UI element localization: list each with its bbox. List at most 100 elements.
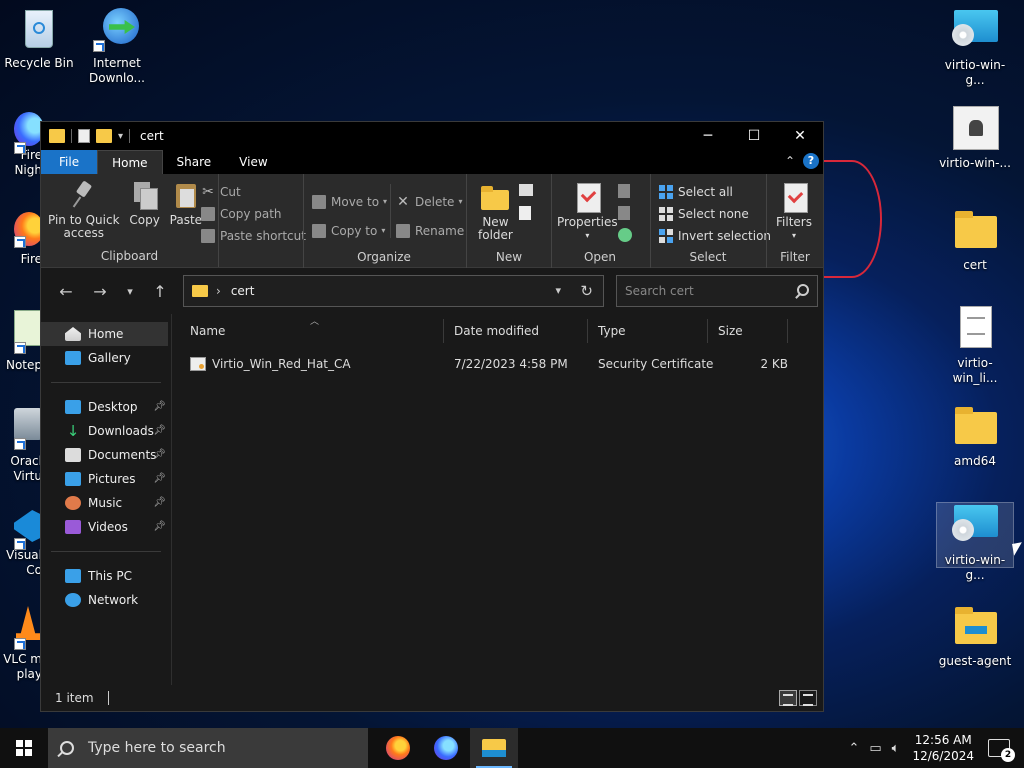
disc-image-icon <box>951 503 999 549</box>
divider <box>129 129 131 143</box>
table-row[interactable]: Virtio_Win_Red_Hat_CA 7/22/2023 4:58 PM … <box>180 352 823 376</box>
up-button[interactable]: ↑ <box>143 282 177 301</box>
move-to-button[interactable]: Move to ▾ <box>312 187 387 216</box>
taskbar-firefox-nightly[interactable] <box>422 728 470 768</box>
cut-button[interactable]: ✂ Cut <box>201 181 306 203</box>
copy-path-button[interactable]: Copy path <box>201 203 306 225</box>
desktop-icon-vscode[interactable]: Visual Co <box>0 508 42 578</box>
copy-to-button[interactable]: Copy to ▾ <box>312 216 387 245</box>
select-all-icon <box>659 185 673 199</box>
delete-button[interactable]: ✕ Delete ▾ <box>396 187 464 216</box>
help-icon[interactable]: ? <box>803 153 819 169</box>
search-input[interactable]: Search cert <box>625 284 694 298</box>
details-view-button[interactable] <box>779 690 797 706</box>
address-bar[interactable]: › cert ▾ ↻ <box>183 275 604 307</box>
search-icon <box>60 741 74 755</box>
system-tray: ⌃ ▭ 🔈︎ 12:56 AM 12/6/2024 2 <box>843 728 1024 768</box>
large-icons-view-button[interactable] <box>799 690 817 706</box>
new-item-icon[interactable] <box>519 184 533 196</box>
column-header-size[interactable]: Size <box>708 319 788 343</box>
maximize-button[interactable]: ☐ <box>731 122 777 150</box>
properties-quick-access-icon[interactable] <box>78 129 90 143</box>
paste-shortcut-button[interactable]: Paste shortcut <box>201 225 306 247</box>
refresh-icon[interactable]: ↻ <box>580 282 593 300</box>
back-button[interactable]: ← <box>49 282 83 301</box>
clock[interactable]: 12:56 AM 12/6/2024 <box>912 732 974 764</box>
desktop-icon-recycle-bin[interactable]: Recycle Bin <box>0 6 78 71</box>
desktop-icon-label: Recycle Bin <box>4 56 74 70</box>
properties-button[interactable]: Properties ▾ <box>554 180 621 244</box>
desktop-icon-label: guest-agent <box>938 654 1012 668</box>
open-icon[interactable] <box>618 184 630 198</box>
notifications-button[interactable]: 2 <box>988 739 1015 762</box>
desktop-icon-virtualbox[interactable]: Oracl Virtu <box>0 404 42 484</box>
tab-share[interactable]: Share <box>163 150 226 174</box>
start-button[interactable] <box>0 728 48 768</box>
desktop-icon-label: virtio-win-g... <box>944 553 1006 582</box>
filters-button[interactable]: Filters ▾ <box>773 180 815 244</box>
desktop-icon-firefox-nightly[interactable]: Fire Nigh <box>0 108 44 178</box>
desktop-icon-label: virtio-win_li... <box>952 356 998 385</box>
desktop-icon-virtio-win-guest-tools-1[interactable]: virtio-win-g... <box>936 8 1014 88</box>
desktop-icon-internet-download-manager[interactable]: Internet Downlo... <box>78 6 156 86</box>
chevron-up-icon[interactable]: ⌃ <box>848 741 859 756</box>
nav-item-home[interactable]: Home <box>41 322 168 346</box>
new-folder-quick-access-icon[interactable] <box>96 129 112 143</box>
title-bar[interactable]: ▾ cert ─ ☐ ✕ <box>41 122 823 150</box>
nav-item-videos[interactable]: Videos 📌︎ <box>41 515 171 539</box>
edit-icon[interactable] <box>618 206 630 220</box>
nav-item-this-pc[interactable]: This PC <box>41 564 171 588</box>
search-box[interactable]: Search cert <box>616 275 818 307</box>
network-icon <box>65 593 81 607</box>
collapse-ribbon-icon[interactable]: ⌃ <box>785 154 795 168</box>
nav-item-downloads[interactable]: ↓ Downloads 📌︎ <box>41 419 171 443</box>
history-icon[interactable] <box>618 228 632 242</box>
ribbon-tabs: File Home Share View ⌃ ? <box>41 150 823 174</box>
nav-item-gallery[interactable]: Gallery <box>41 346 171 370</box>
tab-view[interactable]: View <box>225 150 281 174</box>
desktop-icon-amd64-folder[interactable]: amd64 <box>936 404 1014 469</box>
nav-item-desktop[interactable]: Desktop 📌︎ <box>41 395 171 419</box>
volume-muted-icon[interactable]: 🔈︎ <box>892 741 900 756</box>
select-all-button[interactable]: Select all <box>659 181 771 203</box>
breadcrumb-separator: › <box>216 284 221 298</box>
desktop-icon-firefox[interactable]: Fire <box>0 212 44 267</box>
pin-icon: 📌︎ <box>153 473 166 484</box>
new-folder-button[interactable]: New folder <box>475 180 516 244</box>
taskbar-firefox[interactable] <box>374 728 422 768</box>
easy-access-icon[interactable] <box>519 206 531 220</box>
rename-button[interactable]: Rename <box>396 216 464 245</box>
desktop-icon-virtio-win-license[interactable]: virtio-win_li... <box>936 306 1014 386</box>
desktop-icon-virtio-win-installer[interactable]: virtio-win-... <box>936 106 1014 171</box>
forward-button[interactable]: → <box>83 282 117 301</box>
invert-selection-button[interactable]: Invert selection <box>659 225 771 247</box>
recent-locations-button[interactable]: ▾ <box>117 285 143 298</box>
close-button[interactable]: ✕ <box>777 122 823 150</box>
chevron-down-icon[interactable]: ▾ <box>555 284 561 297</box>
pin-to-quick-access-button[interactable]: Pin to Quick access <box>45 178 123 242</box>
nav-item-music[interactable]: Music 📌︎ <box>41 491 171 515</box>
tab-home[interactable]: Home <box>97 150 163 174</box>
desktop-icon-virtio-win-guest-tools-2[interactable]: virtio-win-g... <box>936 502 1014 582</box>
tab-file[interactable]: File <box>41 150 98 174</box>
desktop-icon-label: virtio-win-... <box>939 156 1011 170</box>
column-headers: ︿ Name Date modified Type Size <box>180 314 823 348</box>
desktop-icon-cert-folder[interactable]: cert <box>936 208 1014 273</box>
music-icon <box>65 496 81 510</box>
desktop-icon-notepad[interactable]: Notep <box>0 308 42 373</box>
chevron-down-icon[interactable]: ▾ <box>118 131 123 142</box>
nav-item-network[interactable]: Network <box>41 588 171 612</box>
taskbar-search-input[interactable]: Type here to search <box>88 740 226 756</box>
network-status-icon[interactable]: ▭ <box>869 741 881 756</box>
column-header-date-modified[interactable]: Date modified <box>444 319 588 343</box>
taskbar-search[interactable]: Type here to search <box>48 728 368 768</box>
taskbar-file-explorer[interactable] <box>470 728 518 768</box>
nav-item-documents[interactable]: Documents 📌︎ <box>41 443 171 467</box>
select-none-button[interactable]: Select none <box>659 203 771 225</box>
nav-item-pictures[interactable]: Pictures 📌︎ <box>41 467 171 491</box>
minimize-button[interactable]: ─ <box>685 122 731 150</box>
breadcrumb-cert[interactable]: cert <box>231 284 255 298</box>
desktop-icon-vlc[interactable]: VLC m play <box>0 604 42 682</box>
column-header-type[interactable]: Type <box>588 319 708 343</box>
desktop-icon-guest-agent-folder[interactable]: guest-agent <box>936 604 1014 669</box>
